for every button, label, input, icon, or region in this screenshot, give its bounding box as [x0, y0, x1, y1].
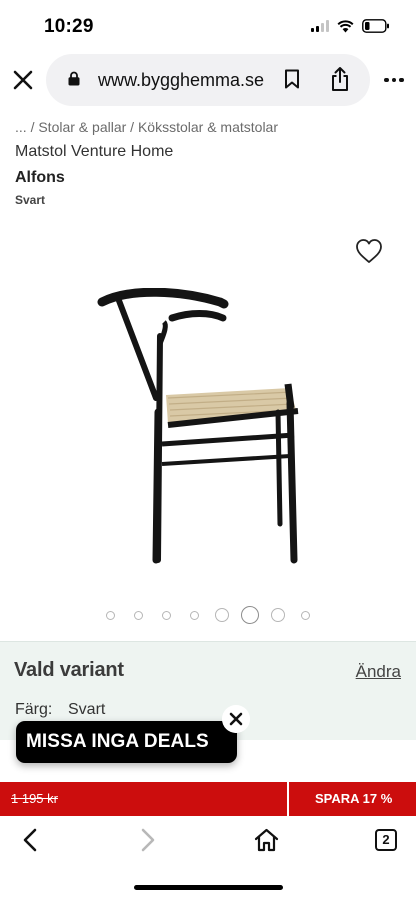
product-image[interactable]: [90, 288, 320, 568]
change-variant-link[interactable]: Ändra: [356, 662, 401, 682]
breadcrumb: ... / Stolar & pallar / Köksstolar & mat…: [15, 119, 278, 135]
deals-banner-text: MISSA INGA DEALS: [26, 731, 209, 752]
product-title: Alfons: [15, 169, 65, 186]
home-indicator[interactable]: [134, 885, 283, 890]
battery-icon: [362, 19, 389, 33]
wifi-icon: [337, 19, 354, 32]
cellular-signal-icon: [311, 20, 329, 32]
breadcrumb-separator: /: [130, 119, 135, 135]
product-brand: Matstol Venture Home: [15, 143, 174, 160]
carousel-dot[interactable]: [133, 610, 143, 620]
back-icon[interactable]: [20, 827, 40, 853]
favorite-heart-icon[interactable]: [355, 238, 383, 264]
carousel-dot[interactable]: [189, 610, 199, 620]
status-bar: 10:29: [0, 0, 416, 52]
breadcrumb-item-koksstolar[interactable]: Köksstolar & matstolar: [138, 119, 278, 135]
carousel-dot[interactable]: [271, 608, 285, 622]
carousel-dot[interactable]: [215, 608, 229, 622]
breadcrumb-item-stolar[interactable]: Stolar & pallar: [38, 119, 126, 135]
variant-title: Vald variant: [14, 659, 124, 681]
lock-icon: [68, 71, 80, 86]
home-icon[interactable]: [254, 828, 279, 852]
product-color: Svart: [15, 193, 46, 207]
carousel-dot[interactable]: [161, 610, 171, 620]
price-bar: 1 195 kr SPARA 17 %: [0, 782, 416, 820]
color-label: Färg:: [15, 701, 53, 718]
carousel-dot[interactable]: [300, 610, 310, 620]
forward-icon[interactable]: [138, 827, 158, 853]
carousel-dot[interactable]: [105, 610, 115, 620]
url-text: www.bygghemma.se: [98, 70, 265, 90]
tabs-icon[interactable]: 2: [375, 829, 397, 851]
status-icons: [311, 19, 390, 33]
price-divider: [287, 782, 289, 820]
close-deals-icon[interactable]: [222, 705, 250, 733]
more-icon[interactable]: [384, 72, 404, 88]
share-icon[interactable]: [330, 66, 350, 92]
close-icon[interactable]: [12, 69, 34, 91]
browser-address-row: www.bygghemma.se: [0, 54, 416, 108]
bookmark-icon[interactable]: [284, 69, 300, 89]
carousel-dot[interactable]: [241, 606, 259, 624]
image-carousel-dots: [0, 605, 416, 625]
address-bar[interactable]: www.bygghemma.se: [46, 54, 370, 106]
deals-banner[interactable]: MISSA INGA DEALS: [16, 721, 237, 763]
save-badge: SPARA 17 %: [315, 791, 393, 806]
color-value: Svart: [68, 701, 106, 718]
old-price: 1 195 kr: [11, 791, 58, 806]
breadcrumb-ellipsis[interactable]: ...: [15, 119, 27, 135]
status-time: 10:29: [44, 16, 94, 37]
breadcrumb-separator: /: [30, 119, 35, 135]
